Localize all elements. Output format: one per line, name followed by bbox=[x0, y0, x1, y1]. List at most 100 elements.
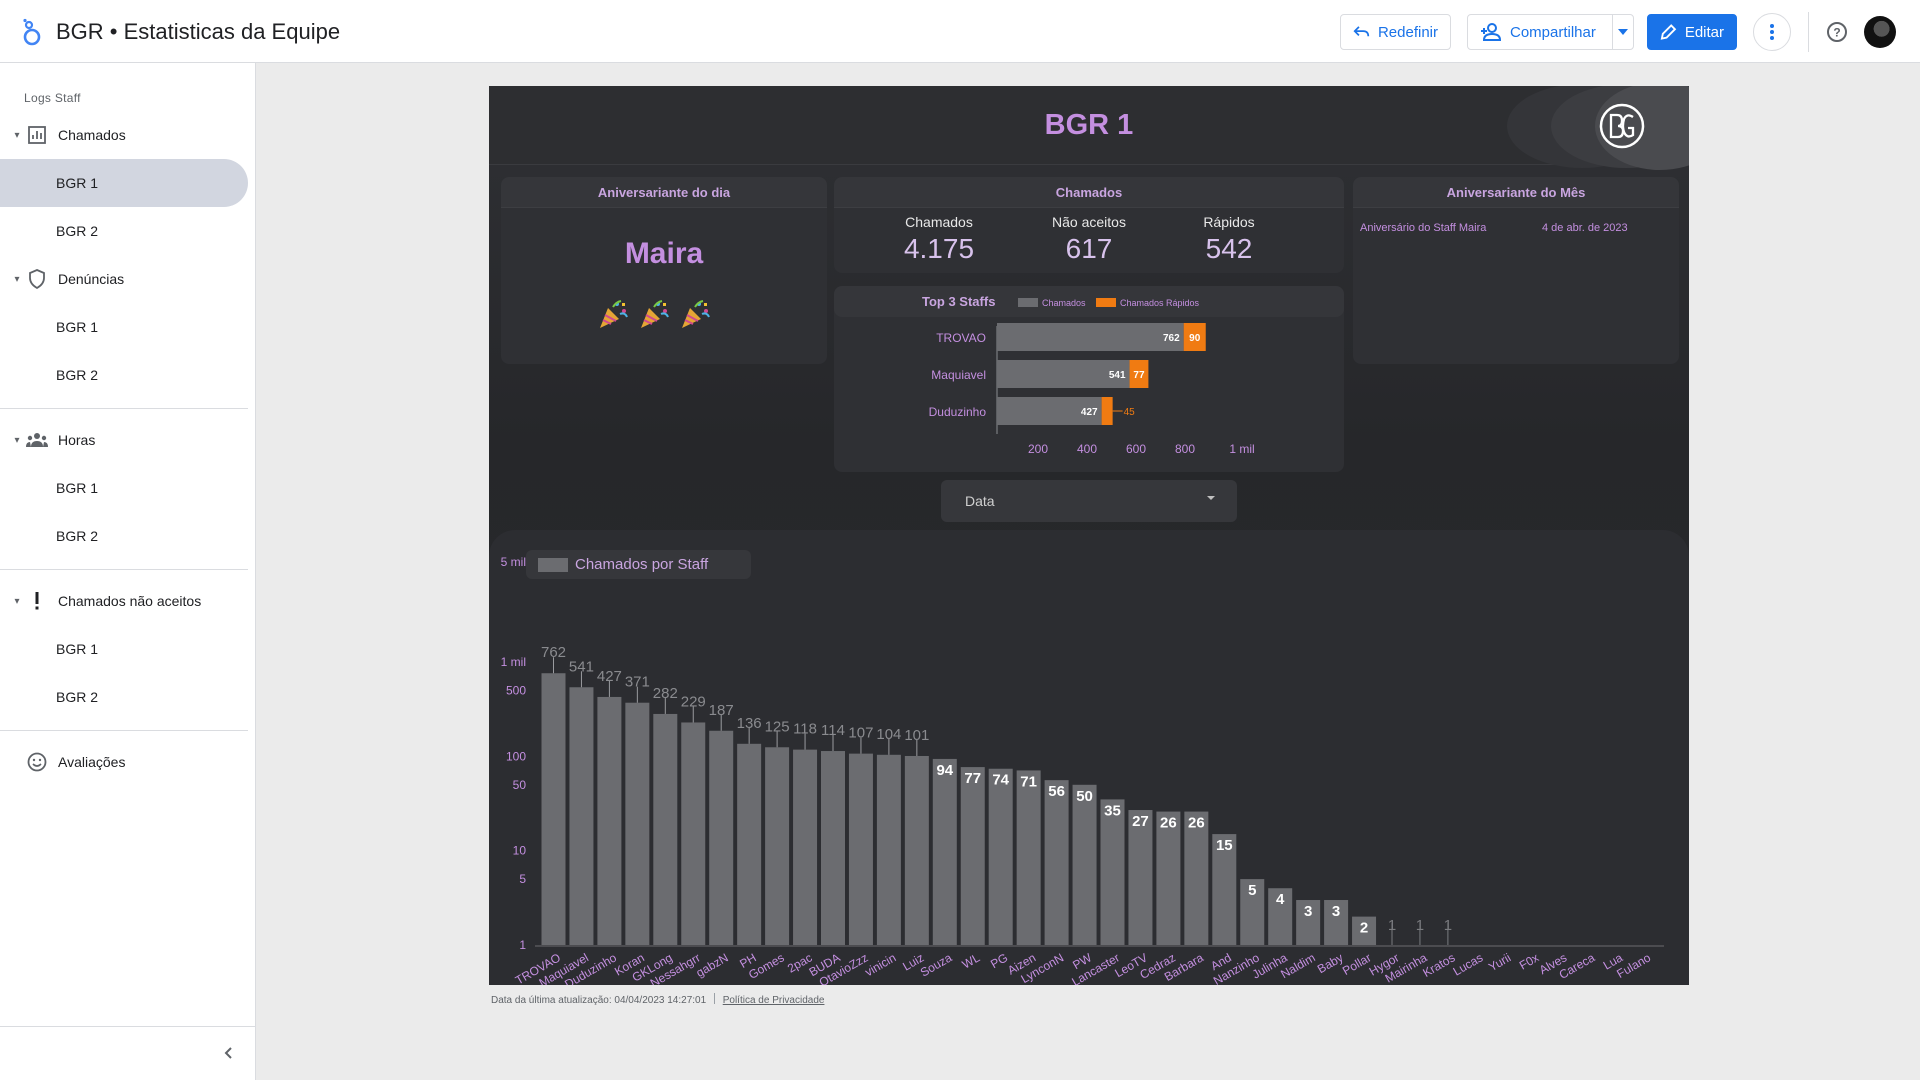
share-button-label: Compartilhar bbox=[1510, 23, 1596, 41]
data-label: 26 bbox=[1160, 815, 1177, 832]
calls-summary-card: Chamados Chamados 4.175 Não aceitos 617 … bbox=[834, 177, 1344, 273]
sidebar-group-label: Horas bbox=[58, 432, 96, 448]
data-label: 27 bbox=[1132, 813, 1149, 830]
data-label: 229 bbox=[681, 693, 706, 710]
bar bbox=[709, 730, 734, 945]
bar bbox=[904, 755, 929, 945]
bar bbox=[737, 743, 762, 945]
collapse-sidebar-button[interactable] bbox=[218, 1043, 238, 1063]
x-tick-label: 600 bbox=[1126, 442, 1146, 456]
bgr-logo-icon bbox=[1599, 103, 1645, 149]
sidebar-group-horas[interactable]: ▾ Horas bbox=[0, 420, 256, 460]
sidebar-divider bbox=[0, 1026, 256, 1027]
data-label: 4 bbox=[1276, 891, 1285, 908]
data-label: 56 bbox=[1048, 783, 1065, 800]
chevron-left-icon bbox=[224, 1047, 232, 1059]
sidebar-item-label: BGR 1 bbox=[56, 319, 99, 335]
looker-studio-logo-icon[interactable] bbox=[20, 18, 44, 46]
share-button[interactable]: Compartilhar bbox=[1467, 14, 1619, 50]
chart-legend[interactable]: Chamados por Staff bbox=[526, 550, 751, 579]
help-button[interactable]: ? bbox=[1822, 17, 1852, 47]
data-label: 1 bbox=[1388, 917, 1396, 934]
privacy-policy-link[interactable]: Política de Privacidade bbox=[723, 995, 825, 1006]
x-tick-label: Pollar bbox=[1340, 950, 1374, 977]
sidebar-item-avaliacoes[interactable]: Avaliações bbox=[0, 742, 256, 782]
bar bbox=[1072, 784, 1097, 945]
report-footer: Data da última atualização: 04/04/2023 1… bbox=[491, 993, 824, 1006]
data-label: 282 bbox=[653, 685, 678, 702]
y-tick-label: 50 bbox=[513, 778, 527, 792]
date-filter[interactable]: Data bbox=[941, 480, 1237, 522]
y-tick-label: 5 bbox=[519, 872, 526, 886]
bar bbox=[988, 768, 1013, 945]
bar bbox=[653, 713, 678, 945]
kpi-value: 542 bbox=[1205, 233, 1253, 264]
report-canvas: BGR 1 Aniversariante do dia Maira Chamad… bbox=[489, 86, 1689, 985]
data-label: 45 bbox=[1124, 407, 1136, 418]
bar-chart-icon bbox=[26, 124, 48, 146]
sidebar-item-horas-bgr1[interactable]: BGR 1 bbox=[0, 464, 248, 512]
kpi-label: Rápidos bbox=[1203, 214, 1255, 230]
legend-label: Chamados bbox=[1042, 298, 1086, 308]
party-popper-icon bbox=[600, 300, 628, 328]
user-avatar[interactable] bbox=[1864, 16, 1896, 48]
birthday-month-card: Aniversariante do Mês Aniversário do Sta… bbox=[1353, 177, 1679, 364]
data-label: 541 bbox=[569, 658, 594, 675]
kpi-label: Não aceitos bbox=[1052, 214, 1126, 230]
more-vert-icon bbox=[1770, 24, 1774, 40]
data-label: 107 bbox=[848, 725, 873, 742]
sidebar-section-label: Logs Staff bbox=[24, 91, 81, 105]
report-page-title: BGR 1 bbox=[1044, 109, 1134, 141]
sidebar-divider bbox=[0, 408, 248, 409]
sidebar-group-label: Denúncias bbox=[58, 271, 125, 287]
sidebar-item-horas-bgr2[interactable]: BGR 2 bbox=[0, 512, 248, 560]
edit-button-label: Editar bbox=[1684, 23, 1724, 41]
last-updated-text: Data da última atualização: 04/04/2023 1… bbox=[491, 995, 707, 1006]
data-label: 3 bbox=[1304, 903, 1312, 920]
bar bbox=[681, 722, 706, 945]
bar bbox=[1184, 811, 1209, 945]
x-tick-label: gabzN bbox=[694, 950, 731, 979]
sidebar-item-chamados-bgr2[interactable]: BGR 2 bbox=[0, 207, 248, 255]
data-label: 77 bbox=[964, 770, 981, 787]
edit-button[interactable]: Editar bbox=[1647, 14, 1737, 50]
bar bbox=[1044, 780, 1069, 945]
sidebar-group-chamados-nao-aceitos[interactable]: ▾ Chamados não aceitos bbox=[0, 581, 256, 621]
sidebar-item-nao-aceitos-bgr1[interactable]: BGR 1 bbox=[0, 625, 248, 673]
bar bbox=[876, 754, 901, 945]
sidebar-item-nao-aceitos-bgr2[interactable]: BGR 2 bbox=[0, 673, 248, 721]
sidebar-group-label: Chamados não aceitos bbox=[58, 593, 202, 609]
sidebar-group-denuncias[interactable]: ▾ Denúncias bbox=[0, 259, 256, 299]
share-dropdown-button[interactable] bbox=[1612, 14, 1634, 50]
legend-swatch bbox=[1018, 298, 1038, 307]
legend-label: Chamados por Staff bbox=[575, 556, 709, 573]
reset-button[interactable]: Redefinir bbox=[1340, 14, 1451, 50]
sidebar: Logs Staff ▾ Chamados BGR 1 BGR 2 ▾ Denú… bbox=[0, 63, 256, 1080]
category-label: Maquiavel bbox=[931, 368, 986, 382]
data-label: 762 bbox=[541, 644, 566, 661]
sidebar-item-label: BGR 2 bbox=[56, 689, 99, 705]
x-tick-label: Yurii bbox=[1486, 950, 1513, 974]
sidebar-group-chamados[interactable]: ▾ Chamados bbox=[0, 115, 256, 155]
footer-separator bbox=[713, 993, 715, 1004]
caret-down-icon bbox=[1207, 496, 1215, 500]
card-header: Chamados bbox=[834, 177, 1344, 208]
sidebar-item-denuncias-bgr1[interactable]: BGR 1 bbox=[0, 303, 248, 351]
sidebar-item-denuncias-bgr2[interactable]: BGR 2 bbox=[0, 351, 248, 399]
x-tick-label: 400 bbox=[1077, 442, 1097, 456]
sidebar-divider bbox=[0, 569, 248, 570]
chevron-down-icon: ▾ bbox=[14, 595, 20, 607]
data-label: 15 bbox=[1216, 837, 1233, 854]
legend-swatch bbox=[538, 557, 568, 572]
top3-staffs-card: Top 3 Staffs Chamados Chamados Rápidos TROV… bbox=[834, 286, 1344, 472]
bar bbox=[793, 749, 818, 945]
party-popper-icon bbox=[641, 300, 669, 328]
more-options-button[interactable] bbox=[1753, 13, 1791, 51]
sidebar-item-chamados-bgr1[interactable]: BGR 1 bbox=[0, 159, 248, 207]
report-title[interactable]: BGR • Estatisticas da Equipe bbox=[56, 19, 340, 45]
reset-button-label: Redefinir bbox=[1377, 23, 1438, 41]
data-label: 1 bbox=[1416, 917, 1424, 934]
sidebar-item-label: Avaliações bbox=[58, 754, 126, 770]
chevron-down-icon: ▾ bbox=[14, 273, 20, 285]
chevron-down-icon: ▾ bbox=[14, 129, 20, 141]
